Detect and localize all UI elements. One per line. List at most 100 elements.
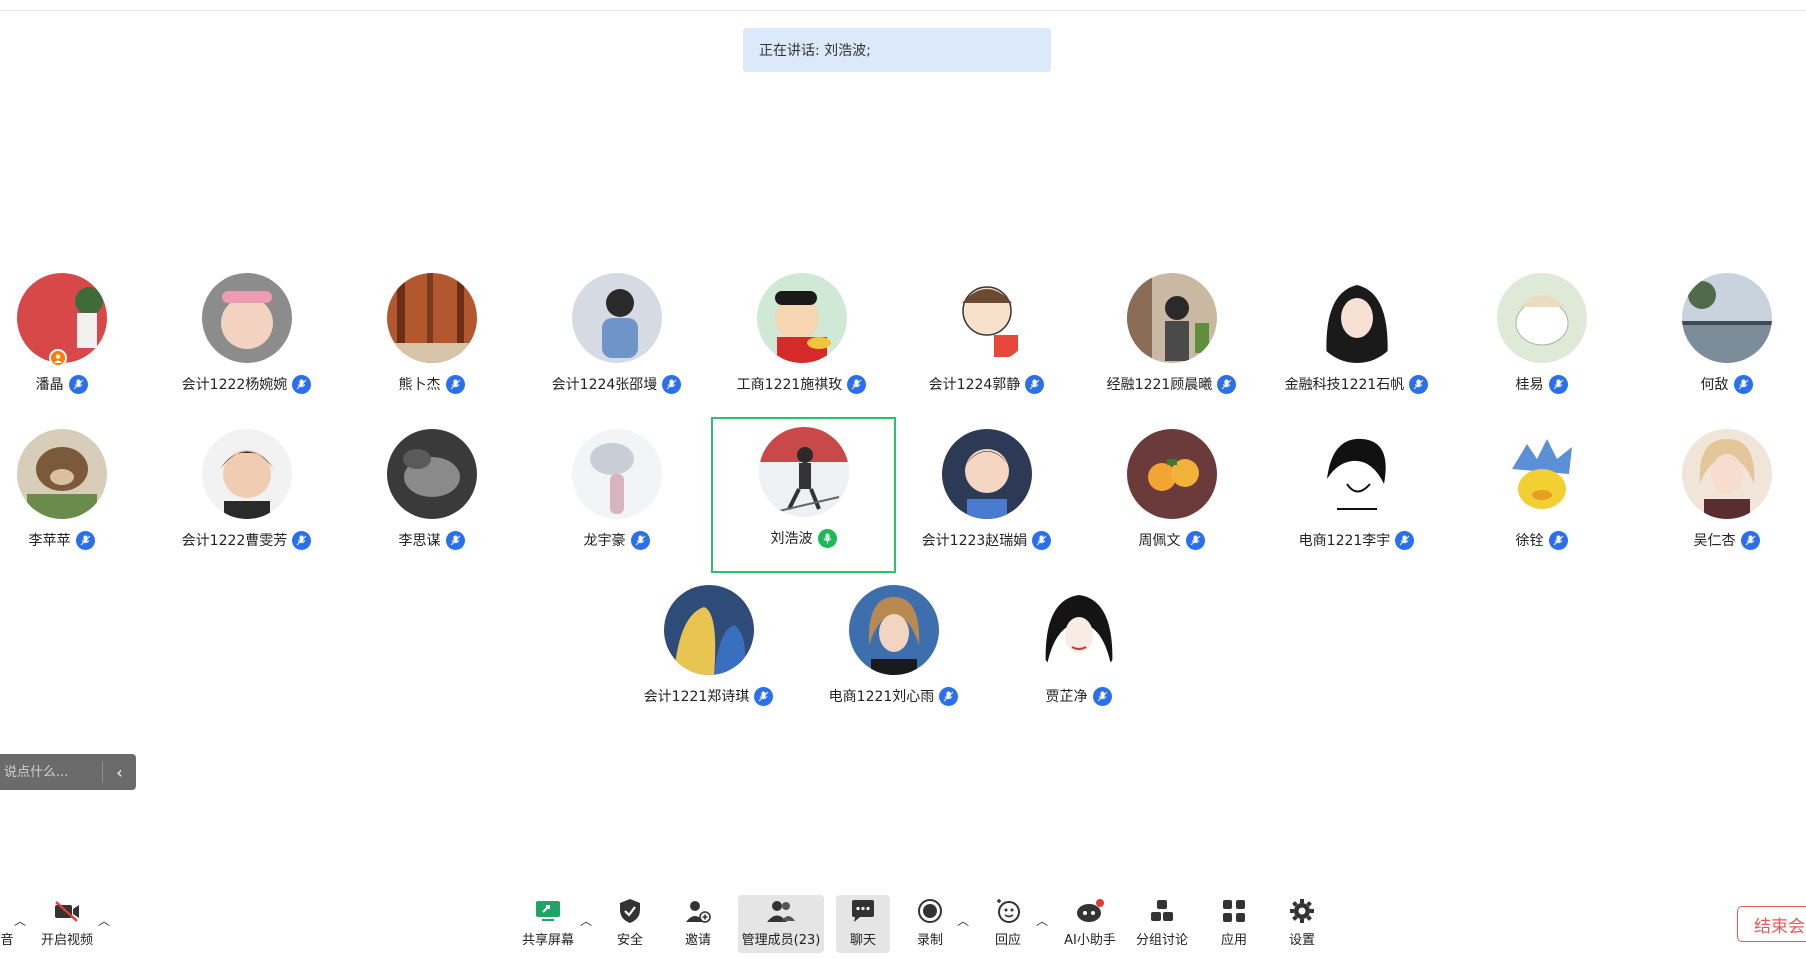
participant-name: 会计1222杨婉婉: [181, 377, 288, 393]
participant-name-row: 周佩文: [1079, 530, 1264, 550]
end-meeting-button[interactable]: 结束会: [1737, 906, 1806, 942]
participant-name-row: 会计1224郭静: [894, 374, 1079, 394]
record-options-caret-icon[interactable]: ︿: [957, 912, 969, 929]
video-button[interactable]: 开启视频: [38, 895, 96, 953]
chat-input[interactable]: [0, 753, 102, 791]
chat-bubble-icon: [850, 895, 876, 927]
participant-tile[interactable]: 经融1221顾晨曦: [1079, 263, 1264, 419]
participant-name-row: 刘浩波: [713, 528, 894, 548]
record-button[interactable]: 录制: [912, 895, 948, 953]
video-label: 开启视频: [40, 933, 93, 948]
gear-icon: [1289, 895, 1315, 927]
participant-name-row: 会计1222杨婉婉: [154, 374, 339, 394]
mic-speaking-icon: [817, 528, 837, 548]
share-options-caret-icon[interactable]: ︿: [580, 912, 592, 929]
video-options-caret-icon[interactable]: ︿: [98, 912, 110, 929]
react-label: 回应: [994, 933, 1021, 948]
participant-name: 金融科技1221石帆: [1284, 377, 1405, 393]
settings-button[interactable]: 设置: [1284, 895, 1320, 953]
invite-button[interactable]: 邀请: [680, 895, 716, 953]
mic-icon: [1185, 530, 1205, 550]
audio-options-caret-icon[interactable]: ︿: [14, 912, 26, 929]
avatar: [572, 273, 662, 363]
participant-name-row: 潘晶: [0, 374, 154, 394]
mic-icon: [1548, 530, 1568, 550]
participant-name-row: 电商1221刘心雨: [801, 686, 986, 706]
apps-grid-icon: [1221, 895, 1247, 927]
participant-tile[interactable]: 会计1224张邵墁: [524, 263, 709, 419]
participant-name: 徐铨: [1515, 533, 1544, 549]
participant-tile[interactable]: 桂易: [1449, 263, 1634, 419]
settings-label: 设置: [1288, 933, 1315, 948]
participant-tile[interactable]: 会计1223赵瑞娟: [894, 419, 1079, 575]
ai-assistant-label: AI小助手: [1064, 933, 1116, 948]
participant-tile[interactable]: 李苹苹: [0, 419, 154, 575]
mic-icon: [68, 374, 88, 394]
avatar: [1682, 429, 1772, 519]
participant-tile[interactable]: 贾芷净: [986, 575, 1171, 731]
participant-tile[interactable]: 周佩文: [1079, 419, 1264, 575]
host-icon: [49, 349, 67, 367]
participant-tile[interactable]: 会计1224郭静: [894, 263, 1079, 419]
avatar: [202, 429, 292, 519]
participant-tile[interactable]: 龙宇豪: [524, 419, 709, 575]
participant-tile[interactable]: 电商1221刘心雨: [801, 575, 986, 731]
ai-assistant-button[interactable]: AI小助手: [1062, 895, 1118, 953]
participant-name-row: 金融科技1221石帆: [1264, 374, 1449, 394]
mic-icon: [445, 530, 465, 550]
avatar: [1497, 273, 1587, 363]
participant-tile[interactable]: 金融科技1221石帆: [1264, 263, 1449, 419]
apps-button[interactable]: 应用: [1216, 895, 1252, 953]
participant-name-row: 吴仁杏: [1634, 530, 1806, 550]
avatar: [1682, 273, 1772, 363]
record-icon: [917, 895, 943, 927]
mic-icon: [847, 374, 867, 394]
shield-icon: [618, 895, 642, 927]
participant-name-row: 贾芷净: [986, 686, 1171, 706]
participant-name: 电商1221刘心雨: [828, 689, 935, 705]
chat-button[interactable]: 聊天: [836, 895, 890, 953]
record-label: 录制: [916, 933, 943, 948]
participant-name: 会计1224郭静: [928, 377, 1021, 393]
chat-collapse-button[interactable]: ‹: [103, 763, 136, 782]
participant-tile[interactable]: 吴仁杏: [1634, 419, 1806, 575]
avatar: [759, 427, 849, 517]
react-button[interactable]: 回应: [990, 895, 1026, 953]
participant-tile-active-speaker[interactable]: 刘浩波: [711, 417, 896, 573]
avatar: [757, 273, 847, 363]
add-user-icon: [685, 895, 711, 927]
participant-name-row: 桂易: [1449, 374, 1634, 394]
manage-members-button[interactable]: 管理成员(23): [738, 895, 824, 953]
avatar: [942, 429, 1032, 519]
breakout-rooms-button[interactable]: 分组讨论: [1134, 895, 1190, 953]
audio-label: 音: [0, 933, 14, 948]
participant-tile[interactable]: 电商1221李宇: [1264, 419, 1449, 575]
participant-name-row: 李苹苹: [0, 530, 154, 550]
avatar: [1127, 429, 1217, 519]
participant-tile[interactable]: 熊卜杰: [339, 263, 524, 419]
participant-name-row: 龙宇豪: [524, 530, 709, 550]
participant-tile[interactable]: 徐铨: [1449, 419, 1634, 575]
share-screen-button[interactable]: 共享屏幕: [518, 895, 578, 953]
participant-tile[interactable]: 工商1221施祺玫: [709, 263, 894, 419]
avatar: [387, 429, 477, 519]
participant-name-row: 会计1223赵瑞娟: [894, 530, 1079, 550]
participant-tile[interactable]: 会计1222杨婉婉: [154, 263, 339, 419]
participant-name: 经融1221顾晨曦: [1106, 377, 1213, 393]
avatar: [202, 273, 292, 363]
participant-name-row: 会计1224张邵墁: [524, 374, 709, 394]
meeting-window: 正在讲话: 刘浩波; 潘晶 会计1222杨婉婉 熊卜杰 会计1224张邵墁 工商…: [0, 0, 1806, 959]
participant-tile[interactable]: 潘晶: [0, 263, 154, 419]
react-options-caret-icon[interactable]: ︿: [1036, 912, 1048, 929]
participant-tile[interactable]: 会计1222曹雯芳: [154, 419, 339, 575]
mic-icon: [445, 374, 465, 394]
participant-tile[interactable]: 李思谋: [339, 419, 524, 575]
security-button[interactable]: 安全: [612, 895, 648, 953]
participant-tile[interactable]: 会计1221郑诗琪: [616, 575, 801, 731]
invite-label: 邀请: [684, 933, 711, 948]
mic-icon: [292, 374, 312, 394]
participant-tile[interactable]: 何敌: [1634, 263, 1806, 419]
audio-button[interactable]: 音: [0, 895, 14, 953]
mic-icon: [939, 686, 959, 706]
participant-name: 会计1221郑诗琪: [643, 689, 750, 705]
